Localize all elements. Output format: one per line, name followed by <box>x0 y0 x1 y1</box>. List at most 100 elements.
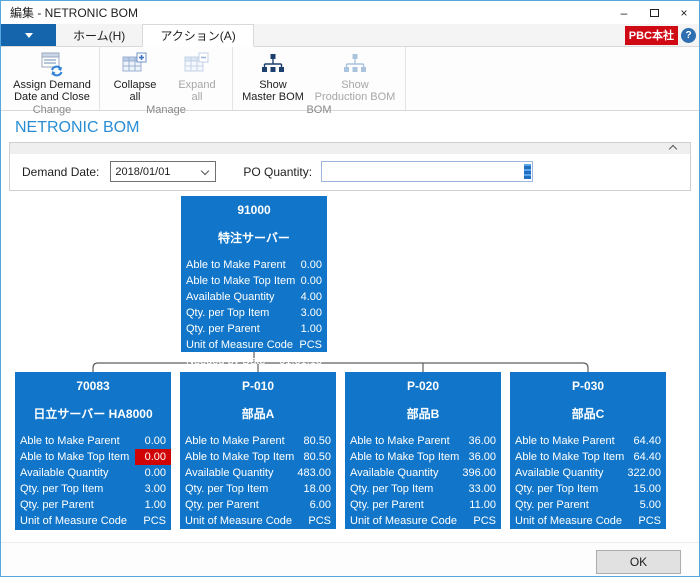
bom-field-row: Available Quantity396.00 <box>345 465 501 481</box>
ok-button[interactable]: OK <box>596 550 681 574</box>
help-icon[interactable]: ? <box>681 28 696 43</box>
bom-field-value: 36.00 <box>468 449 496 465</box>
bom-node-code: P-010 <box>180 379 336 393</box>
bom-field-value: 0.00 <box>145 465 166 481</box>
bom-field-value: 3.00 <box>145 481 166 497</box>
bom-field-value: 36.00 <box>468 433 496 449</box>
bom-field-value: 64.40 <box>633 449 661 465</box>
bom-field-value: 483.00 <box>297 465 331 481</box>
tab-home[interactable]: ホーム(H) <box>56 24 142 46</box>
spinner-icon[interactable] <box>524 164 531 179</box>
bom-node-code: P-020 <box>345 379 501 393</box>
bom-field-value: PCS <box>638 513 661 529</box>
bom-node-p010[interactable]: P-010 部品A Able to Make Parent80.50Able t… <box>180 372 336 529</box>
bom-field-row: Qty. per Parent 6.00 <box>180 497 336 513</box>
ribbon-group-manage: Collapse all Expand <box>100 47 233 110</box>
bom-field-label: Available Quantity <box>186 289 274 305</box>
bom-field-label: Qty. per Parent <box>350 497 424 513</box>
chevron-down-icon <box>25 33 33 38</box>
bom-node-70083[interactable]: 70083 日立サーバー HA8000 Able to Make Parent 0… <box>15 372 171 530</box>
ribbon-button-label: Collapse all <box>114 79 157 103</box>
bom-node-p020[interactable]: P-020 部品B Able to Make Parent36.00Able t… <box>345 372 501 529</box>
bom-field-value: 6.00 <box>310 497 331 513</box>
bom-field-label: Able to Make Top Item <box>20 449 129 465</box>
bom-field-label: Unit of Measure Code <box>185 513 292 529</box>
bom-field-label: Able to Make Parent <box>186 257 286 273</box>
bom-field-row: Needed by Date01.01.18 <box>181 353 327 369</box>
bom-field-value: 1.00 <box>145 497 166 513</box>
bom-field-label: Qty. per Parent <box>186 321 260 337</box>
production-bom-tree-icon <box>342 50 368 78</box>
bom-field-row: Able to Make Parent 36.00 <box>345 433 501 449</box>
filter-panel: Demand Date: 2018/01/01 PO Quantity: <box>9 142 691 191</box>
bom-field-label: Qty. per Parent <box>185 497 259 513</box>
bom-field-value: 33.00 <box>468 481 496 497</box>
bom-field-value: 18.00 <box>303 481 331 497</box>
ribbon-tab-strip: ホーム(H) アクション(A) PBC本社 ? <box>1 24 699 47</box>
company-badge[interactable]: PBC本社 <box>625 26 678 45</box>
bom-node-91000[interactable]: 91000 特注サーバー Able to Make Parent0.00Able… <box>181 196 327 352</box>
bom-field-label: Able to Make Parent <box>515 433 615 449</box>
bom-field-value: PCS <box>299 337 322 353</box>
show-production-bom-button[interactable]: Show Production BOM <box>309 47 401 103</box>
minimize-button[interactable]: – <box>609 1 639 24</box>
app-menu-button[interactable] <box>1 24 56 46</box>
bom-field-row: Able to Make Top Item 0.00 <box>15 449 171 465</box>
bom-field-row: Available Quantity483.00 <box>180 465 336 481</box>
assign-demand-date-button[interactable]: Assign Demand Date and Close <box>9 47 95 103</box>
bom-node-code: 70083 <box>15 379 171 393</box>
bom-node-p030[interactable]: P-030 部品C Able to Make Parent64.40Able t… <box>510 372 666 529</box>
bom-field-row: Unit of Measure Code PCS <box>345 513 501 529</box>
ribbon: Assign Demand Date and Close Change <box>1 47 699 111</box>
bom-field-label: Able to Make Parent <box>350 433 450 449</box>
bom-field-row: Able to Make Parent 0.00 <box>15 433 171 449</box>
bom-field-value: 396.00 <box>462 465 496 481</box>
window-controls: – × <box>609 1 699 24</box>
bom-field-value: 0.00 <box>135 449 171 465</box>
chevron-down-icon <box>201 167 209 175</box>
filter-panel-header <box>10 143 690 154</box>
bom-field-label: Able to Make Top Item <box>350 449 459 465</box>
expand-all-button[interactable]: Expand all <box>166 47 228 103</box>
ribbon-button-label: Assign Demand Date and Close <box>13 79 91 103</box>
ribbon-group-bom: Show Master BOM <box>233 47 406 110</box>
bom-field-value: 3.00 <box>301 305 322 321</box>
bom-field-row: Unit of Measure CodePCS <box>180 513 336 529</box>
bom-field-value: PCS <box>143 513 166 529</box>
show-master-bom-button[interactable]: Show Master BOM <box>237 47 309 103</box>
collapse-panel-icon[interactable] <box>669 145 677 153</box>
bom-field-row: Able to Make Parent64.40 <box>510 433 666 449</box>
bom-field-row: Able to Make Top Item80.50 <box>180 449 336 465</box>
bom-field-label: Qty. per Top Item <box>185 481 268 497</box>
edit-netronic-bom-window: 編集 - NETRONIC BOM – × ホーム(H) アクション(A) PB… <box>0 0 700 577</box>
bom-field-label: Able to Make Top Item <box>185 449 294 465</box>
bom-field-row: Unit of Measure CodePCS <box>15 513 171 529</box>
close-button[interactable]: × <box>669 1 699 24</box>
tab-actions[interactable]: アクション(A) <box>142 24 253 47</box>
bom-field-value: 322.00 <box>627 465 661 481</box>
bom-field-label: Unit of Measure Code <box>350 513 457 529</box>
bom-field-row: Able to Make Top Item64.40 <box>510 449 666 465</box>
bom-field-label: Qty. per Parent <box>515 497 589 513</box>
po-quantity-input[interactable] <box>321 161 533 182</box>
bom-field-value: 15.00 <box>633 481 661 497</box>
bom-field-value: PCS <box>473 513 496 529</box>
bom-field-row: Qty. per Top Item33.00 <box>345 481 501 497</box>
po-quantity-label: PO Quantity: <box>243 165 312 179</box>
ribbon-group-label: BOM <box>237 103 401 119</box>
bom-field-label: Available Quantity <box>20 465 108 481</box>
bom-field-row: Able to Make Top Item0.00 <box>181 273 327 289</box>
demand-date-combobox[interactable]: 2018/01/01 <box>110 161 216 182</box>
collapse-all-button[interactable]: Collapse all <box>104 47 166 103</box>
bom-field-label: Able to Make Top Item <box>186 273 295 289</box>
bom-field-label: Able to Make Parent <box>20 433 120 449</box>
bom-field-label: Able to Make Parent <box>185 433 285 449</box>
maximize-icon <box>650 9 659 17</box>
assign-demand-date-icon <box>38 50 66 78</box>
bom-field-value: 11.00 <box>469 497 496 513</box>
maximize-button[interactable] <box>639 1 669 24</box>
bom-field-value: 0.00 <box>145 433 166 449</box>
bom-node-title: 日立サーバー HA8000 <box>15 405 171 422</box>
ribbon-group-label: Manage <box>104 103 228 119</box>
bom-field-value: 4.00 <box>301 289 322 305</box>
